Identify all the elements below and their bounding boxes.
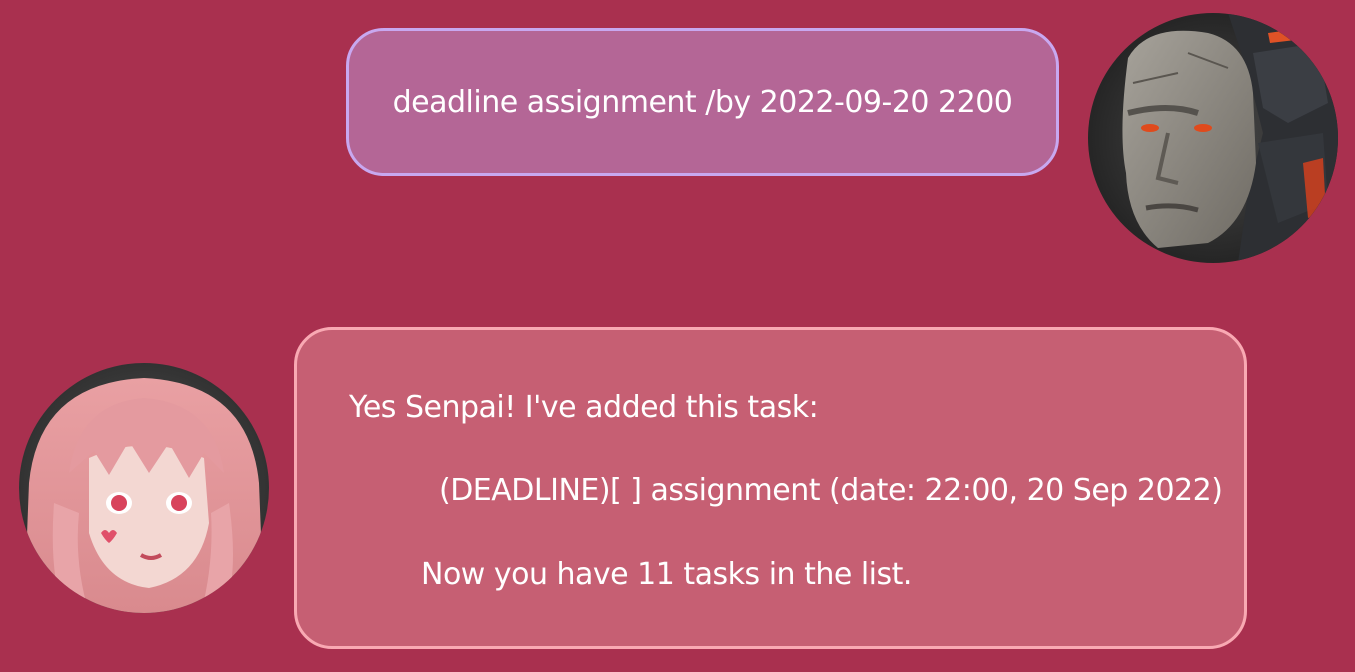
bot-message-line-3: Now you have 11 tasks in the list. (421, 557, 912, 592)
user-avatar-icon (1088, 13, 1338, 263)
bot-message-bubble: Yes Senpai! I've added this task: (DEADL… (294, 327, 1247, 649)
bot-message-line-1: Yes Senpai! I've added this task: (349, 390, 819, 425)
user-message-text: deadline assignment /by 2022-09-20 2200 (392, 84, 1013, 120)
bot-avatar-icon (19, 363, 269, 613)
user-message-bubble: deadline assignment /by 2022-09-20 2200 (346, 28, 1059, 176)
bot-message-line-2: (DEADLINE)[ ] assignment (date: 22:00, 2… (439, 473, 1223, 508)
chat-window: deadline assignment /by 2022-09-20 2200 (0, 0, 1355, 672)
